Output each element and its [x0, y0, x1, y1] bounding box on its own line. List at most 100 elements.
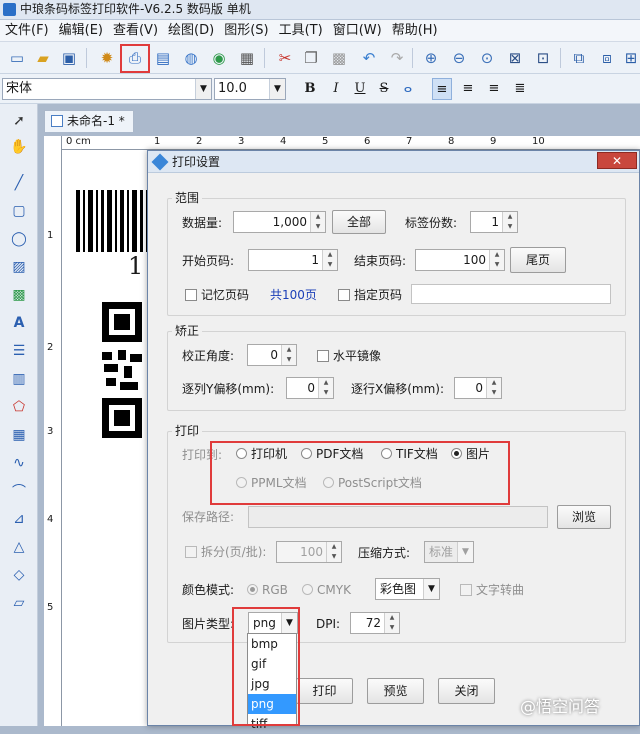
x-offset-stepper[interactable]: 0 ▲ ▼: [454, 377, 502, 399]
italic-button[interactable]: I: [326, 78, 346, 100]
dpi-stepper[interactable]: 72 ▲ ▼: [350, 612, 400, 634]
underline-button[interactable]: U: [350, 78, 370, 100]
ruler-tick: 2: [196, 136, 203, 147]
spinner-arrows-icon[interactable]: ▲ ▼: [281, 345, 296, 365]
align-justify-icon[interactable]: ≣: [510, 78, 530, 100]
diamond-icon[interactable]: ◇: [8, 564, 30, 586]
shape-icon[interactable]: ⬠: [8, 396, 30, 418]
spinner-arrows-icon[interactable]: ▲ ▼: [318, 378, 333, 398]
layer-up-icon[interactable]: ⧉: [568, 47, 590, 69]
start-page-stepper[interactable]: 1 ▲ ▼: [248, 249, 338, 271]
menu-shape[interactable]: 图形(S): [219, 20, 273, 42]
pan-icon[interactable]: ✋: [8, 136, 30, 158]
spinner-arrows-icon[interactable]: ▲ ▼: [489, 250, 504, 270]
settings-gear-icon[interactable]: ✹: [96, 47, 118, 69]
save-icon[interactable]: ▣: [58, 47, 80, 69]
document-tab[interactable]: 未命名-1 *: [44, 110, 134, 132]
align-center-icon[interactable]: ≡: [458, 78, 478, 100]
cut-icon[interactable]: ✂: [274, 47, 296, 69]
line-icon[interactable]: ╱: [8, 172, 30, 194]
polyline-icon[interactable]: ⊿: [8, 508, 30, 530]
picture-icon[interactable]: ▩: [8, 284, 30, 306]
print-preview-icon[interactable]: ▤: [152, 47, 174, 69]
fit-page-icon[interactable]: ⊠: [504, 47, 526, 69]
pointer-icon[interactable]: ➚: [8, 110, 30, 132]
all-button[interactable]: 全部: [332, 210, 386, 234]
dialog-title: 打印设置: [172, 155, 221, 169]
redo-icon[interactable]: ↷: [386, 47, 408, 69]
new-icon[interactable]: ▭: [6, 47, 28, 69]
dialog-close-button[interactable]: ✕: [597, 152, 637, 169]
curve-icon[interactable]: ∿: [8, 452, 30, 474]
qrcode[interactable]: [100, 300, 148, 444]
menu-draw[interactable]: 绘图(D): [163, 20, 219, 42]
font-size-select[interactable]: 10.0 ▼: [214, 78, 286, 100]
zoom-in-icon[interactable]: ⊕: [420, 47, 442, 69]
layer-down-icon[interactable]: ⧈: [596, 47, 618, 69]
triangle-icon[interactable]: △: [8, 536, 30, 558]
menu-window[interactable]: 窗口(W): [328, 20, 387, 42]
strikethrough-button[interactable]: S: [374, 78, 394, 100]
ellipse-icon[interactable]: ◯: [8, 228, 30, 250]
compress-select[interactable]: 标准 ▼: [424, 541, 474, 563]
font-family-select[interactable]: 宋体 ▼: [2, 78, 212, 100]
parallelogram-icon[interactable]: ▱: [8, 592, 30, 614]
preview-button[interactable]: 预览: [367, 678, 424, 704]
copy-icon[interactable]: ❐: [300, 47, 322, 69]
print-button[interactable]: 打印: [296, 678, 353, 704]
close-button[interactable]: 关闭: [438, 678, 495, 704]
menu-tools[interactable]: 工具(T): [274, 20, 328, 42]
split-stepper[interactable]: 100 ▲ ▼: [276, 541, 342, 563]
copies-stepper[interactable]: 1 ▲ ▼: [470, 211, 518, 233]
zoom-out-icon[interactable]: ⊖: [448, 47, 470, 69]
last-page-button[interactable]: 尾页: [510, 247, 566, 273]
fit-width-icon[interactable]: ⊡: [532, 47, 554, 69]
align-right-icon[interactable]: ≡: [484, 78, 504, 100]
arc-icon[interactable]: ⌒: [8, 480, 30, 502]
paste-icon[interactable]: ▩: [328, 47, 350, 69]
image-icon[interactable]: ▨: [8, 256, 30, 278]
quantity-stepper[interactable]: 1,000 ▲ ▼: [233, 211, 326, 233]
specify-page-checkbox[interactable]: [338, 289, 350, 301]
open-icon[interactable]: ▰: [32, 47, 54, 69]
spinner-arrows-icon[interactable]: ▲ ▼: [310, 212, 325, 232]
end-page-stepper[interactable]: 100 ▲ ▼: [415, 249, 505, 271]
align-left-icon[interactable]: ≡: [432, 78, 452, 100]
zoom-fit-icon[interactable]: ⊙: [476, 47, 498, 69]
qrcode-icon[interactable]: ▦: [8, 424, 30, 446]
spinner-arrows-icon[interactable]: ▲ ▼: [486, 378, 501, 398]
bold-button[interactable]: B: [300, 78, 320, 100]
text-icon[interactable]: A: [8, 312, 30, 334]
menu-edit[interactable]: 编辑(E): [54, 20, 108, 42]
spinner-arrows-icon[interactable]: ▲ ▼: [322, 250, 337, 270]
browse-button[interactable]: 浏览: [557, 505, 611, 529]
color-select[interactable]: 彩色图 ▼: [375, 578, 440, 600]
spinner-arrows-icon[interactable]: ▲ ▼: [502, 212, 517, 232]
horizontal-mirror-checkbox[interactable]: [317, 350, 329, 362]
database-icon[interactable]: ◍: [180, 47, 202, 69]
spinner-arrows-icon[interactable]: ▲ ▼: [326, 542, 341, 562]
barcode-icon[interactable]: ▥: [8, 368, 30, 390]
menu-file[interactable]: 文件(F): [0, 20, 54, 42]
split-checkbox[interactable]: [185, 546, 197, 558]
cmyk-radio[interactable]: [302, 584, 313, 595]
undo-icon[interactable]: ↶: [358, 47, 380, 69]
data-source-icon[interactable]: ◉: [208, 47, 230, 69]
specify-page-input[interactable]: [411, 284, 611, 304]
menu-help[interactable]: 帮助(H): [387, 20, 443, 42]
remember-page-checkbox[interactable]: [185, 289, 197, 301]
text-effect-icon[interactable]: ⴰ: [398, 78, 418, 100]
main-toolbar: ▭ ▰ ▣ ✹ ⎙ ▤ ◍ ◉ ▦ ✂ ❐ ▩ ↶ ↷ ⊕ ⊖ ⊙ ⊠ ⊡ ⧉ …: [0, 42, 640, 74]
y-offset-stepper[interactable]: 0 ▲ ▼: [286, 377, 334, 399]
angle-stepper[interactable]: 0 ▲ ▼: [247, 344, 297, 366]
format-toolbar: 宋体 ▼ 10.0 ▼ B I U S ⴰ ≡ ≡ ≡ ≣: [0, 74, 640, 104]
menu-view[interactable]: 查看(V): [108, 20, 163, 42]
spinner-arrows-icon[interactable]: ▲ ▼: [384, 613, 399, 633]
group-icon[interactable]: ⊞: [620, 47, 640, 69]
grid-icon[interactable]: ▦: [236, 47, 258, 69]
text-to-curve-checkbox[interactable]: [460, 584, 472, 596]
rgb-radio[interactable]: [247, 584, 258, 595]
save-path-input[interactable]: [248, 506, 548, 528]
rectangle-icon[interactable]: ▢: [8, 200, 30, 222]
paragraph-text-icon[interactable]: ☰: [8, 340, 30, 362]
